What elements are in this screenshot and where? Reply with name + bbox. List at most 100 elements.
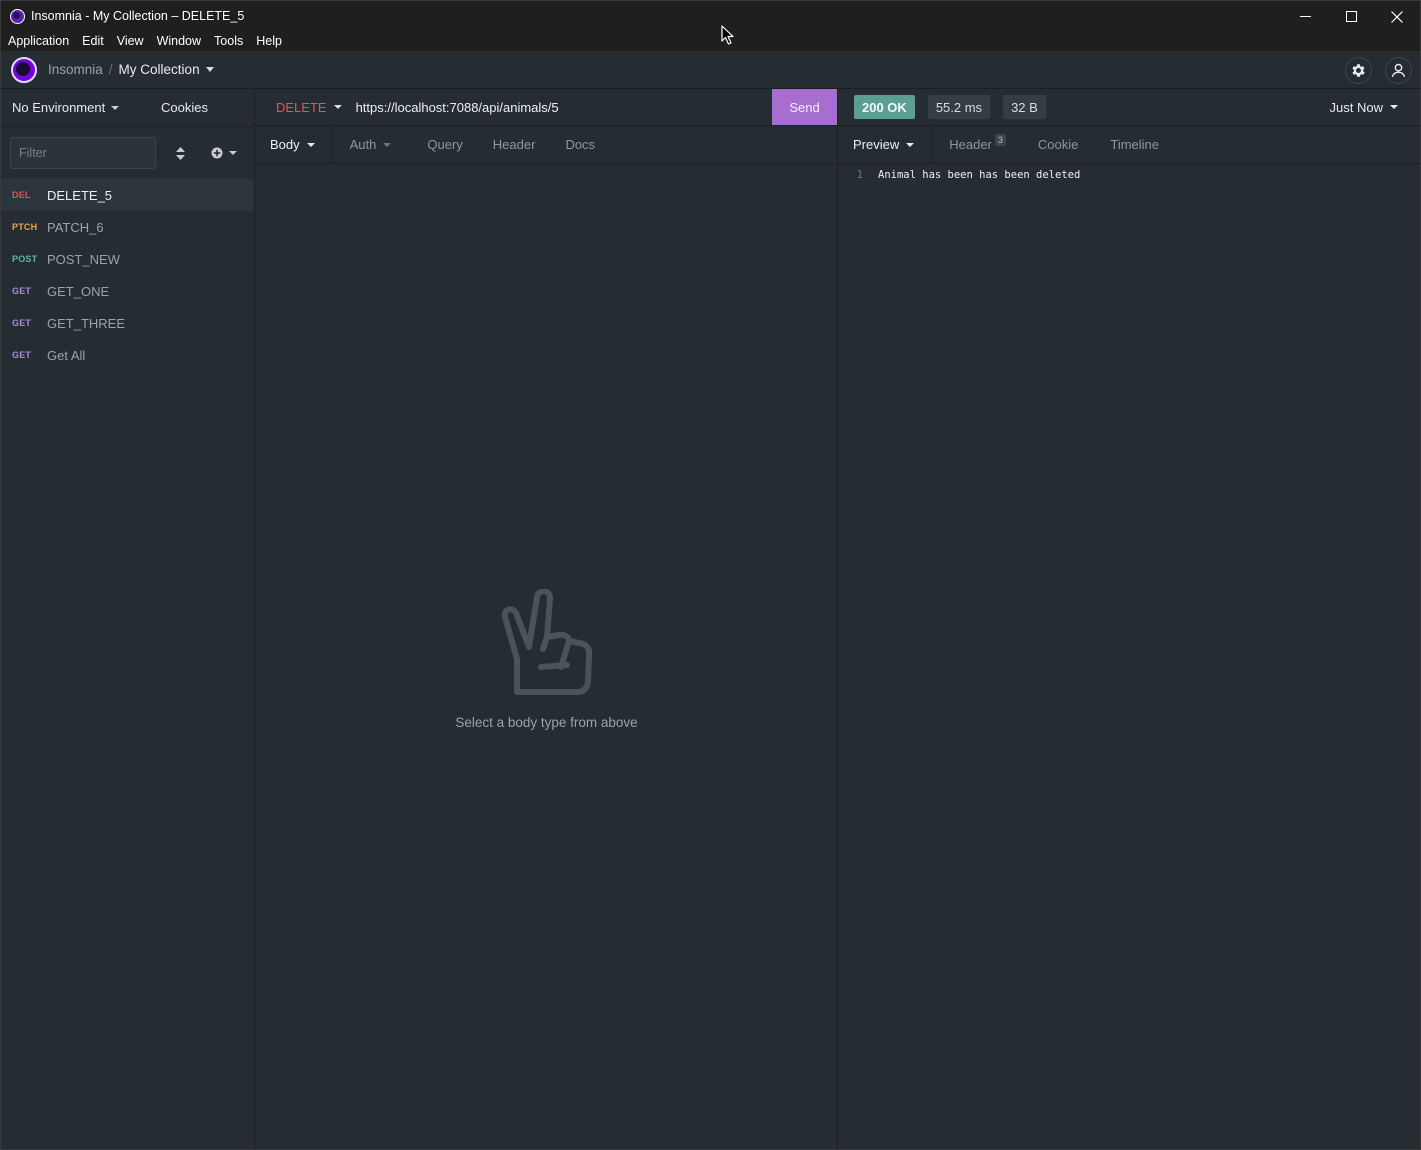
app-header: Insomnia / My Collection [0, 51, 1421, 89]
response-history-dropdown[interactable]: Just Now [1330, 100, 1398, 115]
menu-application[interactable]: Application [1, 34, 75, 48]
history-label: Just Now [1329, 99, 1383, 115]
window-controls [1282, 1, 1420, 32]
empty-body-message: Select a body type from above [455, 715, 638, 730]
breadcrumb: Insomnia / My Collection [48, 62, 214, 77]
method-badge: GET [12, 350, 32, 360]
minimize-icon [1299, 16, 1311, 17]
menu-help[interactable]: Help [249, 34, 288, 48]
request-item-get-all[interactable]: GET Get All [1, 339, 254, 371]
menu-window[interactable]: Window [150, 34, 207, 48]
collection-name[interactable]: My Collection [119, 62, 200, 77]
add-request-button[interactable] [211, 147, 237, 159]
method-badge: GET [12, 286, 32, 296]
menu-bar: Application Edit View Window Tools Help [0, 31, 1421, 51]
chevron-down-icon [906, 142, 915, 147]
environment-selector[interactable]: No Environment [12, 100, 120, 115]
chevron-down-icon [111, 105, 120, 110]
sort-button[interactable] [173, 146, 187, 160]
tab-cookie[interactable]: Cookie [1022, 126, 1094, 163]
tab-docs[interactable]: Docs [549, 126, 609, 163]
empty-body-state: Select a body type from above [255, 589, 838, 730]
request-item-post-new[interactable]: POST POST_NEW [1, 243, 254, 275]
close-button[interactable] [1374, 1, 1420, 32]
breadcrumb-home[interactable]: Insomnia [48, 62, 103, 77]
request-name: POST_NEW [47, 251, 120, 267]
request-pane: DELETE https://localhost:7088/api/animal… [255, 89, 838, 1150]
tab-label: Header [949, 137, 992, 152]
request-name: GET_THREE [47, 315, 126, 331]
insomnia-logo[interactable] [11, 56, 37, 83]
method-badge: DEL [12, 190, 31, 200]
gear-icon [1352, 64, 1365, 77]
minimize-button[interactable] [1282, 1, 1328, 32]
sort-icon [175, 146, 185, 160]
user-icon [1391, 63, 1406, 78]
request-name: GET_ONE [47, 283, 110, 299]
chevron-down-icon [229, 151, 237, 155]
menu-tools[interactable]: Tools [207, 34, 249, 48]
response-time-badge: 55.2 ms [927, 95, 991, 119]
tab-header[interactable]: Header [477, 126, 550, 163]
url-bar: DELETE https://localhost:7088/api/animal… [255, 89, 837, 126]
tab-timeline[interactable]: Timeline [1094, 126, 1175, 163]
tab-auth[interactable]: Auth [333, 126, 406, 163]
environment-row: No Environment Cookies [1, 89, 254, 127]
method-label: DELETE [276, 99, 327, 115]
filter-row: Filter [1, 127, 254, 179]
send-button[interactable]: Send [772, 89, 837, 125]
tab-response-header[interactable]: Header 3 [933, 126, 1022, 163]
close-icon [1391, 10, 1403, 23]
chevron-down-icon[interactable] [205, 67, 214, 72]
request-name: PATCH_6 [47, 219, 104, 235]
request-item-delete-5[interactable]: DEL DELETE_5 [1, 179, 254, 211]
sidebar: No Environment Cookies Filter DEL DELETE… [0, 89, 255, 1150]
mouse-cursor-icon [721, 25, 734, 45]
plus-circle-icon [211, 147, 223, 159]
url-input[interactable]: https://localhost:7088/api/animals/5 [356, 100, 559, 115]
request-name: Get All [47, 347, 86, 363]
method-selector[interactable]: DELETE [276, 100, 342, 115]
request-list: DEL DELETE_5 PTCH PATCH_6 POST POST_NEW … [1, 179, 254, 371]
chevron-down-icon [383, 142, 392, 147]
tab-label: Auth [349, 137, 377, 152]
insomnia-app-icon [10, 8, 25, 24]
response-status-bar: 200 OK 55.2 ms 32 B Just Now [838, 89, 1420, 126]
account-button[interactable] [1385, 57, 1412, 84]
method-badge: GET [12, 318, 32, 328]
header-count-badge: 3 [994, 133, 1006, 146]
response-tabs: Preview Header 3 Cookie Timeline [838, 126, 1420, 164]
maximize-icon [1345, 11, 1357, 22]
menu-edit[interactable]: Edit [75, 34, 110, 48]
breadcrumb-separator: / [108, 62, 113, 77]
status-badge: 200 OK [854, 95, 915, 119]
chevron-down-icon [1390, 105, 1398, 109]
request-tabs: Body Auth Query Header Docs [255, 126, 837, 164]
tab-query[interactable]: Query [405, 126, 476, 163]
method-badge: PTCH [12, 222, 38, 232]
cookies-button[interactable]: Cookies [161, 100, 208, 115]
maximize-button[interactable] [1328, 1, 1374, 32]
request-item-get-one[interactable]: GET GET_ONE [1, 275, 254, 307]
tab-body[interactable]: Body [255, 126, 333, 163]
filter-input[interactable]: Filter [10, 137, 156, 169]
line-number: 1 [856, 169, 863, 181]
environment-label: No Environment [12, 100, 106, 115]
chevron-down-icon [333, 105, 342, 109]
settings-button[interactable] [1345, 57, 1372, 84]
response-pane: 200 OK 55.2 ms 32 B Just Now Preview Hea… [838, 89, 1421, 1150]
peace-hand-icon [501, 589, 592, 695]
request-name: DELETE_5 [47, 187, 113, 203]
tab-preview[interactable]: Preview [838, 126, 934, 163]
tab-label: Body [270, 137, 300, 152]
request-item-get-three[interactable]: GET GET_THREE [1, 307, 254, 339]
response-body-viewer[interactable]: 1 Animal has been has been deleted [838, 164, 1420, 181]
chevron-down-icon [306, 142, 315, 147]
request-item-patch-6[interactable]: PTCH PATCH_6 [1, 211, 254, 243]
response-body-text: Animal has been has been deleted [878, 169, 1081, 181]
window-title: Insomnia - My Collection – DELETE_5 [31, 9, 245, 23]
window-titlebar: Insomnia - My Collection – DELETE_5 [0, 0, 1421, 31]
response-size-badge: 32 B [1003, 95, 1046, 119]
tab-label: Preview [853, 137, 900, 152]
menu-view[interactable]: View [110, 34, 150, 48]
